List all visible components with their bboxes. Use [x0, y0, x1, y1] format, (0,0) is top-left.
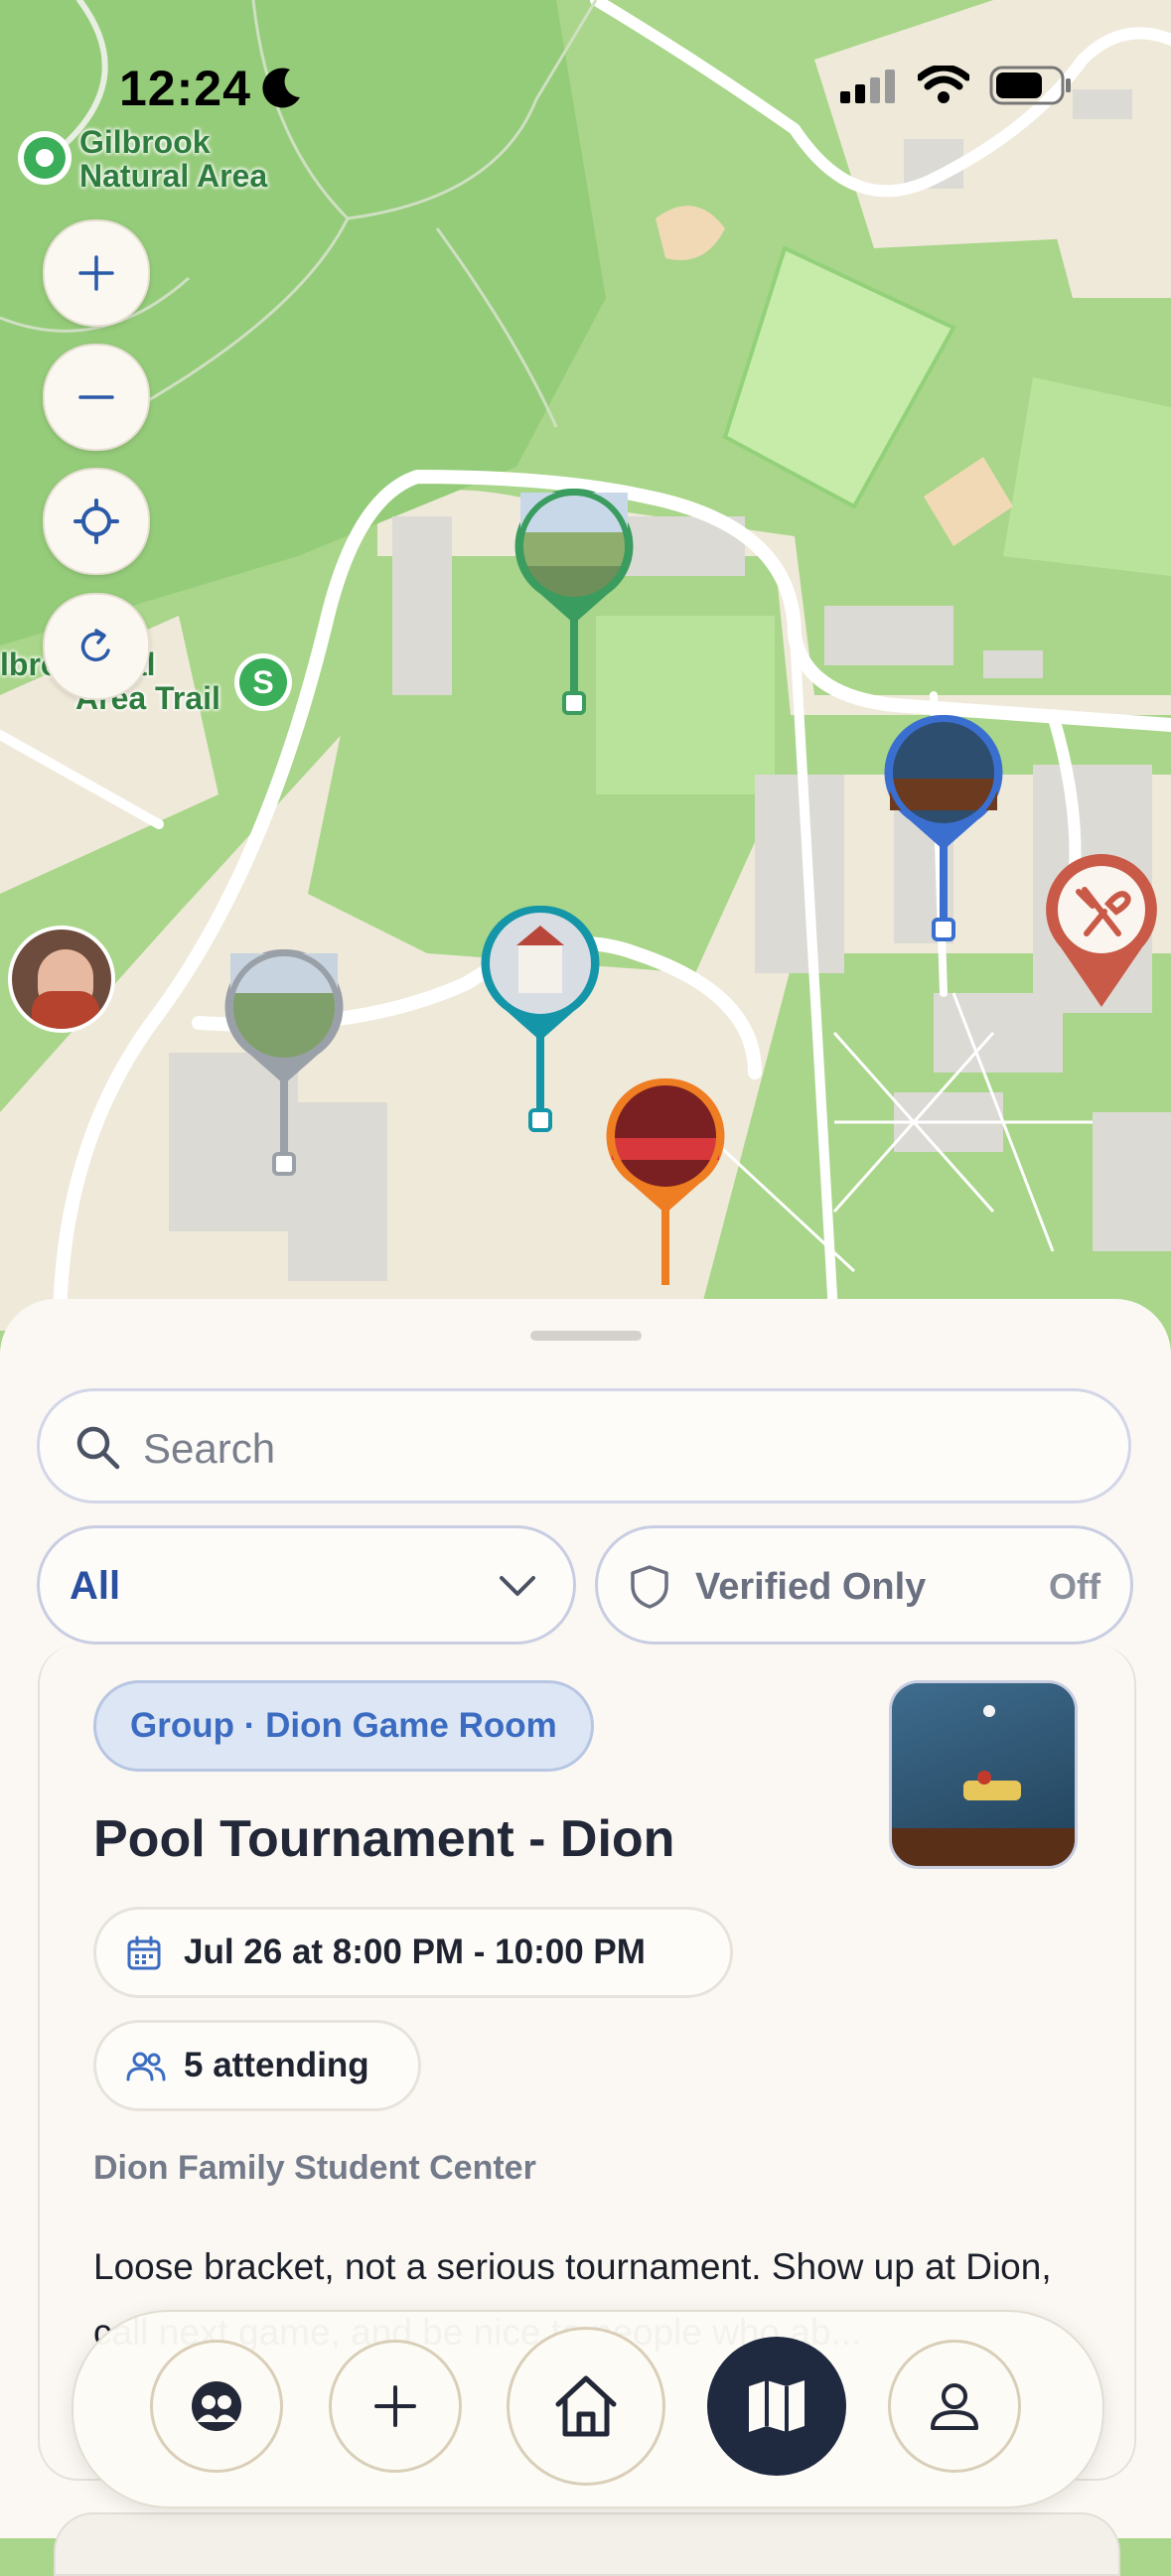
- minus-icon: [78, 395, 114, 399]
- event-pin-gray[interactable]: [222, 947, 346, 1180]
- nav-groups-button[interactable]: [150, 2340, 283, 2473]
- profile-icon: [931, 2383, 978, 2430]
- search-icon: [76, 1426, 120, 1470]
- attending-count: 5 attending: [184, 2046, 369, 2084]
- chevron-down-icon: [500, 1576, 535, 1596]
- verified-state: Off: [1049, 1566, 1100, 1607]
- nav-map-button[interactable]: [707, 2337, 846, 2476]
- plus-icon: [78, 255, 114, 291]
- datetime-chip: Jul 26 at 8:00 PM - 10:00 PM: [93, 1907, 733, 1998]
- status-bar: 12:24: [0, 52, 1171, 121]
- moon-icon: [262, 66, 302, 114]
- event-title: Pool Tournament - Dion: [93, 1810, 675, 1868]
- event-pin-green[interactable]: [512, 487, 636, 719]
- poi-label-line: Natural Area: [79, 158, 268, 194]
- wifi-icon: [916, 64, 971, 110]
- group-tag[interactable]: Group · Dion Game Room: [93, 1680, 594, 1772]
- verified-only-toggle[interactable]: Verified Only Off: [595, 1525, 1133, 1645]
- plus-icon: [374, 2385, 416, 2427]
- trail-icon[interactable]: S: [234, 653, 292, 711]
- battery-icon: [989, 66, 1073, 110]
- event-pin-blue-pool[interactable]: [882, 713, 1005, 945]
- status-time: 12:24: [119, 61, 251, 116]
- signal-icon: [840, 70, 896, 108]
- poi-dot-icon[interactable]: [18, 131, 72, 185]
- datetime-text: Jul 26 at 8:00 PM - 10:00 PM: [184, 1932, 646, 1971]
- crosshair-icon: [73, 499, 119, 544]
- nav-profile-button[interactable]: [888, 2340, 1021, 2473]
- category-dropdown[interactable]: All: [37, 1525, 576, 1645]
- sheet-grabber[interactable]: [530, 1331, 642, 1341]
- attendance-chip[interactable]: 5 attending: [93, 2020, 421, 2111]
- event-pin-teal[interactable]: [479, 904, 602, 1136]
- calendar-icon: [127, 1935, 161, 1970]
- zoom-out-button[interactable]: [43, 344, 150, 451]
- search-placeholder: Search: [143, 1425, 276, 1472]
- people-icon: [126, 2052, 166, 2081]
- refresh-button[interactable]: [43, 593, 150, 700]
- nav-home-button[interactable]: [507, 2327, 665, 2486]
- map-icon: [749, 2380, 805, 2432]
- nav-create-button[interactable]: [329, 2340, 462, 2473]
- verified-label: Verified Only: [695, 1566, 927, 1608]
- poi-gilbrook-natural-area[interactable]: Gilbrook Natural Area: [79, 125, 267, 193]
- home-icon: [555, 2375, 617, 2437]
- category-value: All: [70, 1564, 121, 1608]
- zoom-in-button[interactable]: [43, 219, 150, 327]
- refresh-icon: [80, 629, 110, 662]
- groups-icon: [192, 2381, 241, 2431]
- event-location: Dion Family Student Center: [93, 2149, 536, 2187]
- restaurant-pin[interactable]: [1043, 852, 1160, 1011]
- event-pin-orange[interactable]: [604, 1076, 727, 1309]
- next-event-card[interactable]: [54, 2512, 1120, 2576]
- poi-label-line: Gilbrook: [79, 124, 211, 160]
- search-input[interactable]: Search: [37, 1388, 1131, 1503]
- event-thumbnail[interactable]: [889, 1680, 1078, 1869]
- shield-icon: [631, 1565, 668, 1609]
- user-avatar[interactable]: [8, 926, 115, 1033]
- locate-me-button[interactable]: [43, 468, 150, 575]
